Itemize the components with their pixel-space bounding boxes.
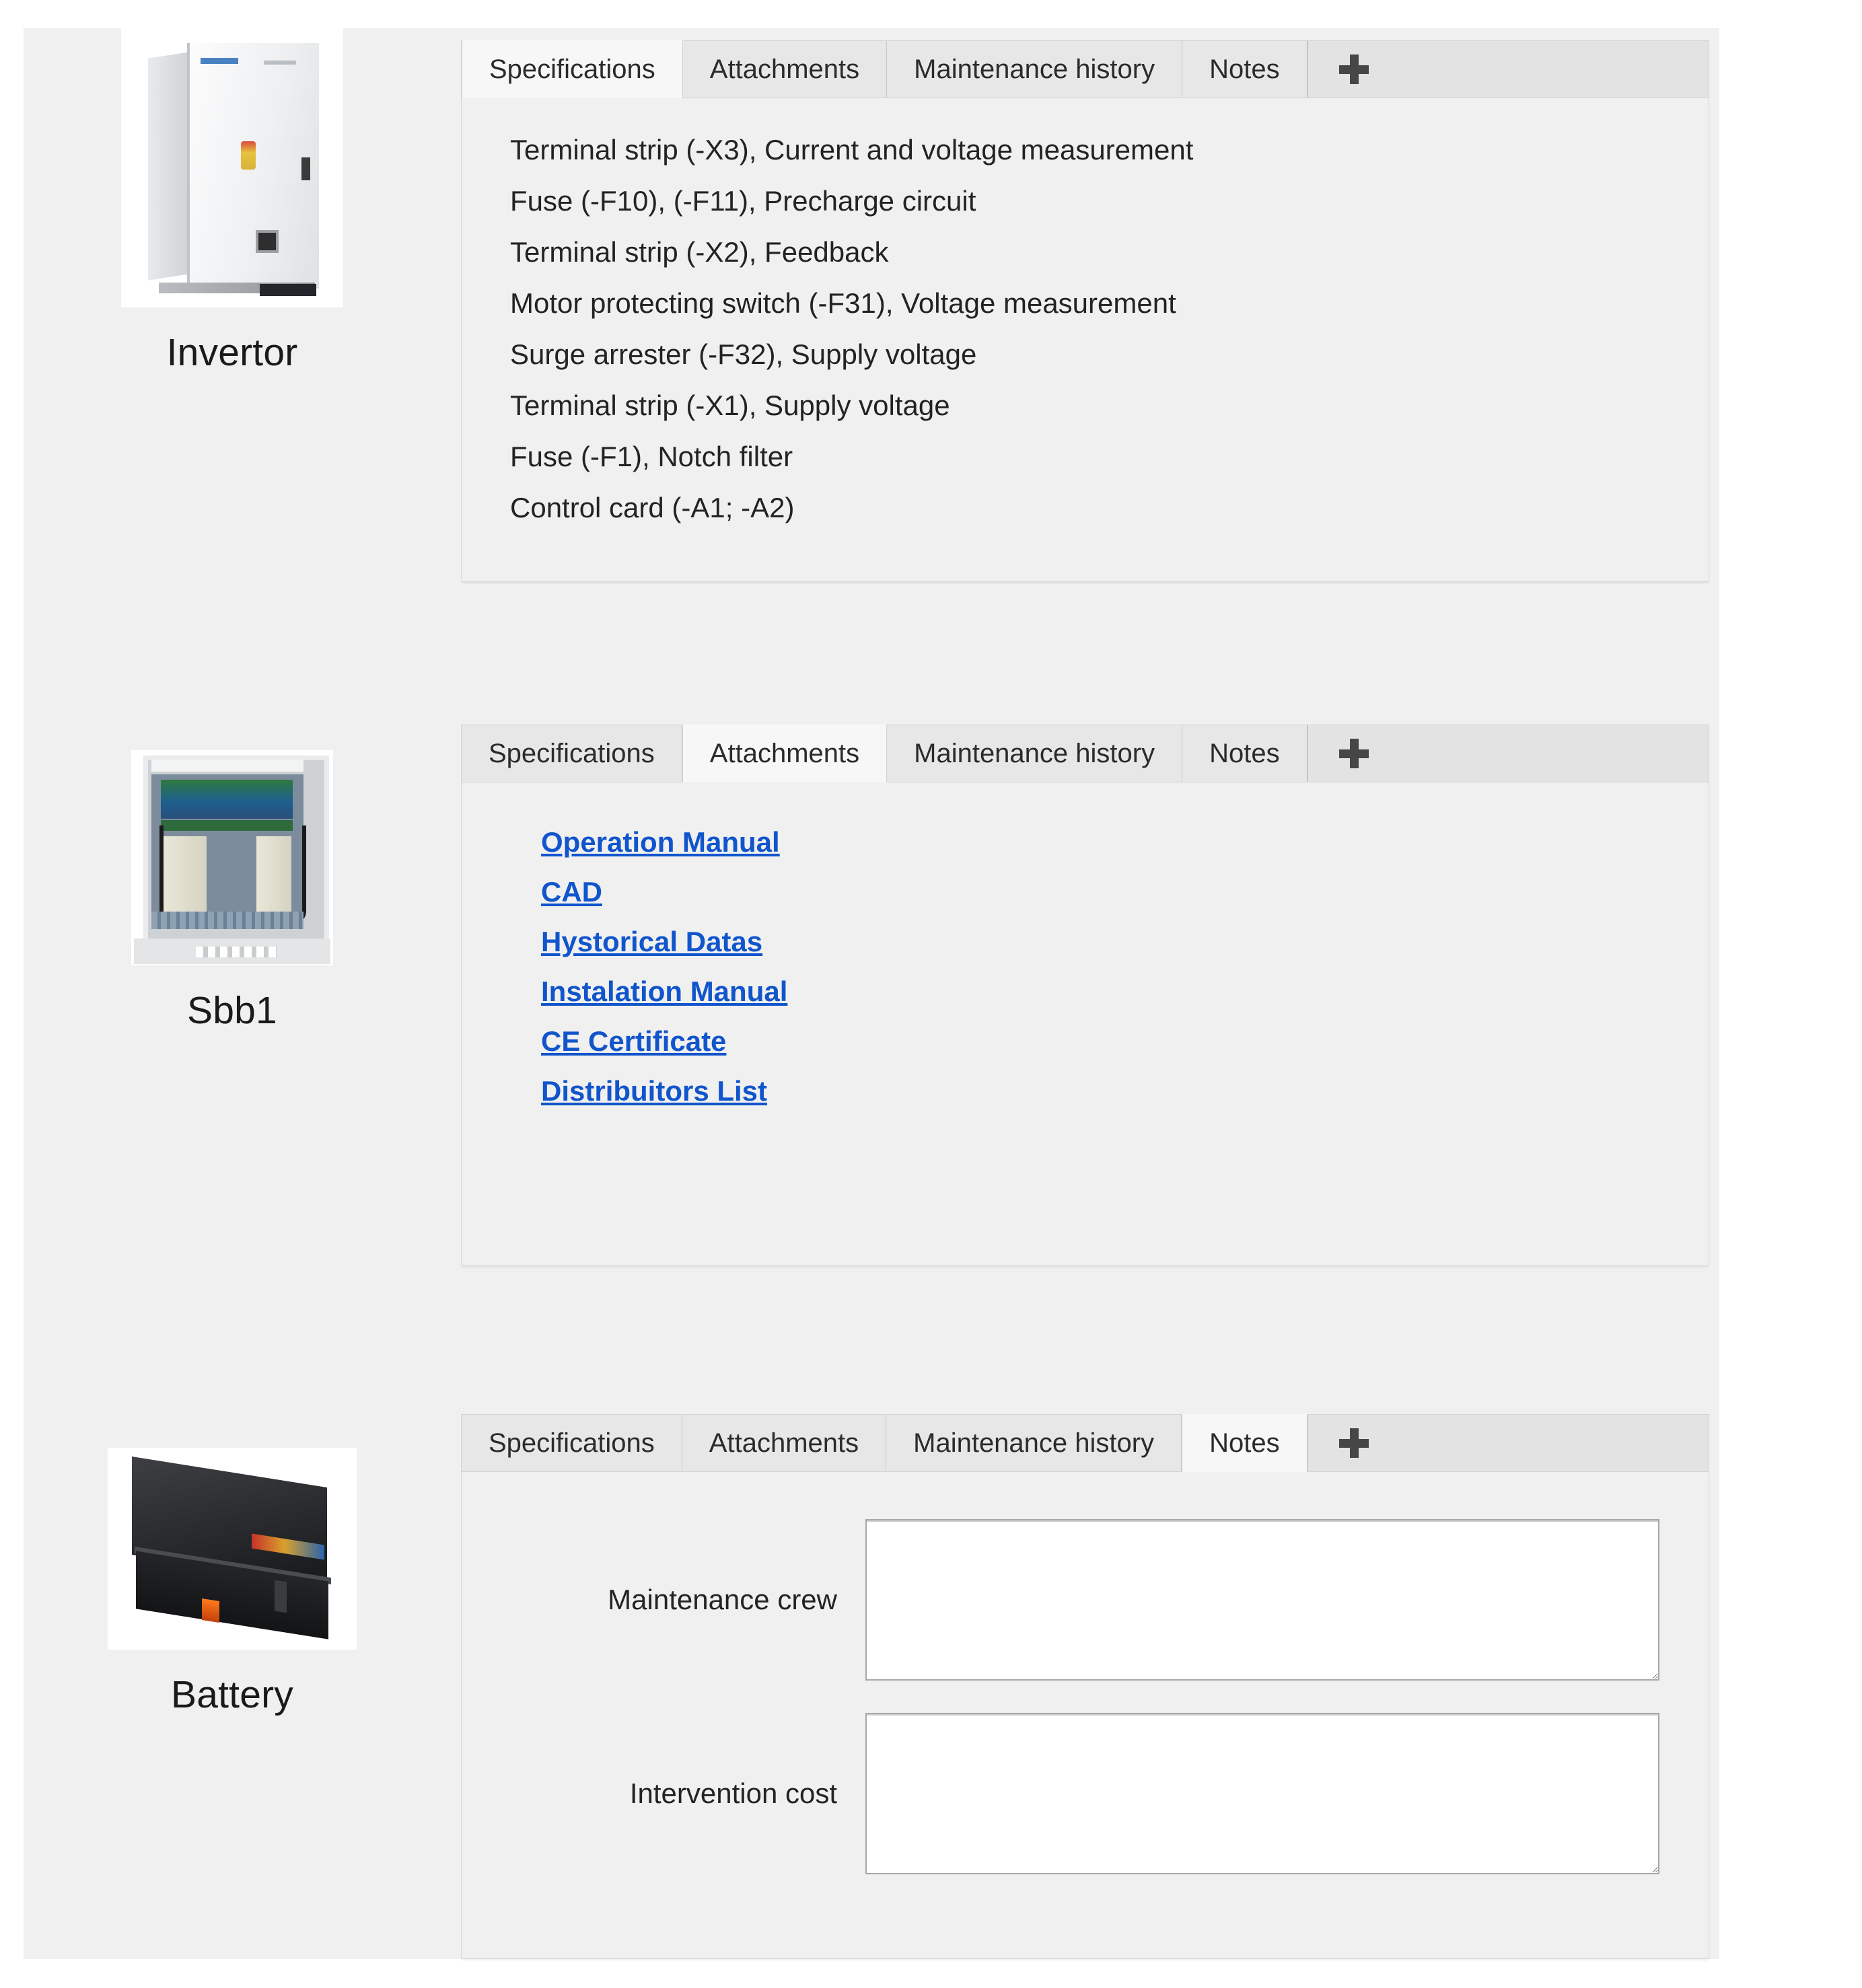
tab-bar: Specifications Attachments Maintenance h…	[461, 725, 1709, 782]
maintenance-crew-input[interactable]	[865, 1519, 1659, 1681]
add-tab-button[interactable]	[1307, 725, 1709, 782]
list-item: Terminal strip (-X3), Current and voltag…	[510, 134, 1194, 165]
specifications-list: Terminal strip (-X3), Current and voltag…	[462, 98, 1709, 522]
tab-notes[interactable]: Notes	[1182, 1414, 1308, 1472]
attachment-link[interactable]: Hystorical Datas	[541, 928, 762, 956]
list-item: Fuse (-F1), Notch filter	[510, 441, 793, 472]
list-item: Fuse (-F10), (-F11), Precharge circuit	[510, 185, 976, 217]
attachment-link[interactable]: CE Certificate	[541, 1027, 726, 1056]
intervention-cost-label: Intervention cost	[629, 1777, 837, 1809]
tab-panel-sbb1: Specifications Attachments Maintenance h…	[461, 725, 1709, 1266]
form-row: Maintenance crew	[462, 1519, 1709, 1681]
plus-icon	[1338, 739, 1369, 768]
tab-maintenance-history[interactable]: Maintenance history	[887, 725, 1183, 782]
add-tab-button[interactable]	[1307, 41, 1709, 98]
tab-notes[interactable]: Notes	[1182, 41, 1308, 98]
intervention-cost-input[interactable]	[865, 1713, 1659, 1874]
control-panel-photo	[131, 750, 333, 965]
tab-content-attachments: Operation Manual CAD Hystorical Datas In…	[461, 782, 1709, 1266]
tab-bar: Specifications Attachments Maintenance h…	[461, 1414, 1709, 1472]
inverter-cabinet-photo	[121, 28, 343, 307]
notes-form: Maintenance crew Intervention cost	[462, 1472, 1709, 1874]
tab-attachments[interactable]: Attachments	[682, 1415, 887, 1471]
equipment-name-label: Invertor	[166, 331, 298, 374]
thumbnail-column: Battery	[24, 1448, 441, 1717]
tab-attachments[interactable]: Attachments	[682, 41, 888, 98]
equipment-name-label: Battery	[171, 1673, 293, 1716]
tab-content-specifications: Terminal strip (-X3), Current and voltag…	[461, 98, 1709, 582]
attachment-link[interactable]: Distribuitors List	[541, 1077, 767, 1105]
tab-attachments[interactable]: Attachments	[682, 725, 888, 782]
thumbnail-column: Invertor	[24, 28, 441, 375]
page-canvas: Invertor Specifications Attachments Main…	[24, 28, 1719, 1959]
list-item: Surge arrester (-F32), Supply voltage	[510, 338, 977, 370]
equipment-card-invertor: Invertor Specifications Attachments Main…	[24, 28, 1719, 661]
attachment-link[interactable]: CAD	[541, 878, 602, 906]
tab-specifications[interactable]: Specifications	[462, 40, 683, 98]
tab-maintenance-history[interactable]: Maintenance history	[886, 1415, 1182, 1471]
tab-panel-battery: Specifications Attachments Maintenance h…	[461, 1414, 1709, 1959]
tab-content-notes: Maintenance crew Intervention cost	[461, 1471, 1709, 1959]
add-tab-button[interactable]	[1307, 1415, 1709, 1471]
equipment-card-sbb1: Sbb1 Specifications Attachments Maintena…	[24, 725, 1719, 1357]
tab-maintenance-history[interactable]: Maintenance history	[887, 41, 1183, 98]
equipment-name-label: Sbb1	[187, 989, 277, 1032]
maintenance-crew-label: Maintenance crew	[608, 1584, 837, 1615]
tab-notes[interactable]: Notes	[1182, 725, 1308, 782]
tab-specifications[interactable]: Specifications	[462, 725, 682, 782]
attachments-list: Operation Manual CAD Hystorical Datas In…	[462, 782, 1709, 1105]
list-item: Motor protecting switch (-F31), Voltage …	[510, 287, 1176, 319]
plus-icon	[1338, 54, 1369, 84]
attachment-link[interactable]: Operation Manual	[541, 828, 780, 856]
plus-icon	[1338, 1428, 1369, 1458]
thumbnail-column: Sbb1	[24, 750, 441, 1033]
form-row: Intervention cost	[462, 1713, 1709, 1874]
tab-specifications[interactable]: Specifications	[462, 1415, 682, 1471]
equipment-card-battery: Battery Specifications Attachments Maint…	[24, 1414, 1719, 1959]
tab-panel-invertor: Specifications Attachments Maintenance h…	[461, 40, 1709, 582]
list-item: Terminal strip (-X2), Feedback	[510, 236, 889, 268]
tab-bar: Specifications Attachments Maintenance h…	[461, 40, 1709, 98]
battery-unit-photo	[108, 1448, 357, 1650]
list-item: Control card (-A1; -A2)	[510, 492, 795, 523]
list-item: Terminal strip (-X1), Supply voltage	[510, 390, 950, 421]
attachment-link[interactable]: Instalation Manual	[541, 978, 787, 1006]
